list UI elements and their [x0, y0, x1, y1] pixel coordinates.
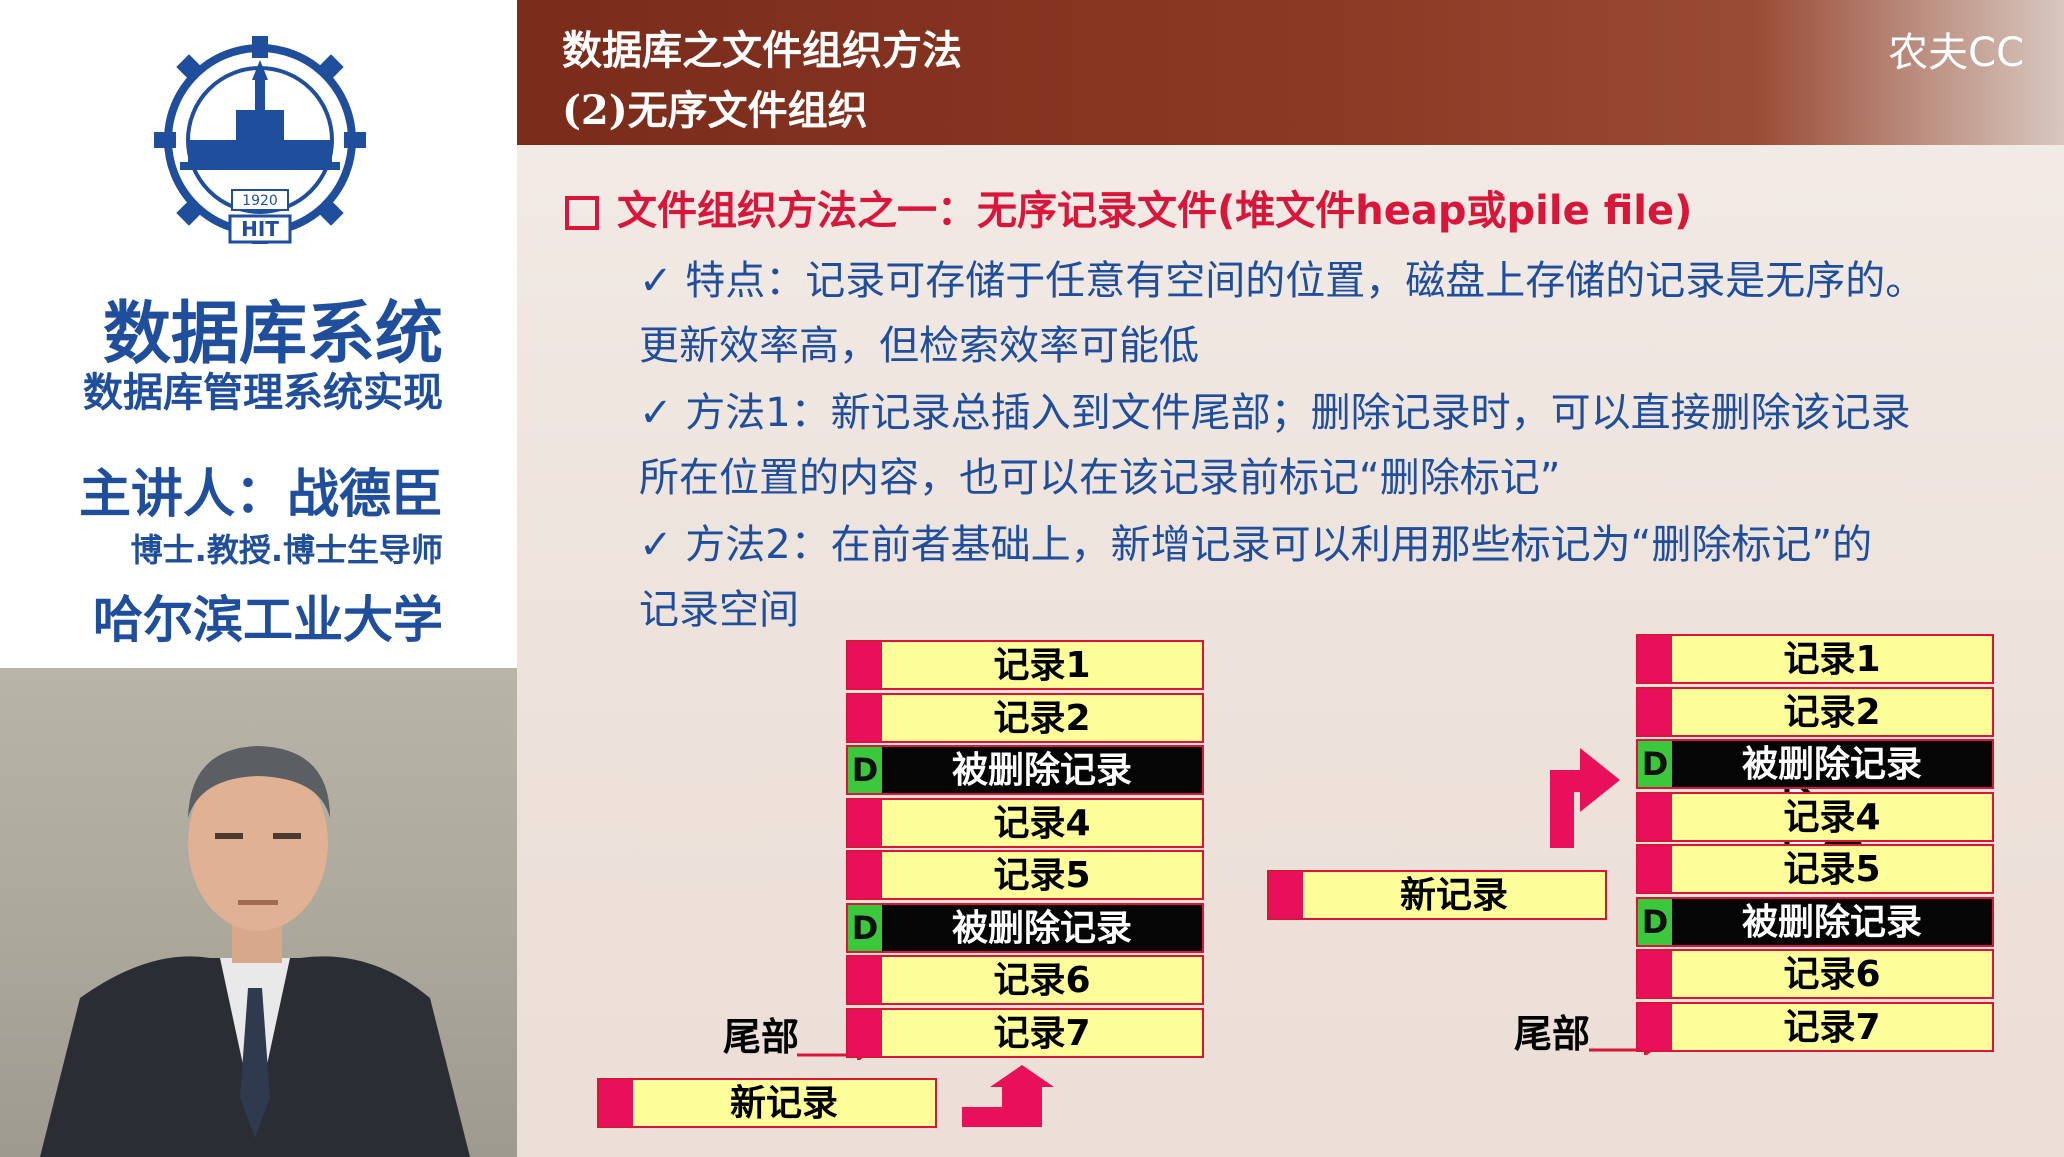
record-label: 被删除记录: [1672, 898, 1992, 945]
deleted-record-row: D 被删除记录: [1636, 896, 1994, 947]
record-label: 记录6: [1672, 951, 1992, 997]
lecturer-credentials: 博士.教授.博士生导师: [130, 531, 443, 569]
record-mark: [1638, 846, 1672, 892]
bullet-2-line1: ✓ 方法1：新记录总插入到文件尾部；删除记录时，可以直接删除该记录: [639, 390, 1911, 436]
delete-flag-mark: D: [848, 904, 882, 951]
record-mark: [1638, 951, 1672, 997]
record-mark: [1638, 793, 1672, 840]
record-mark: [1638, 1003, 1672, 1050]
deleted-record-row: D 被删除记录: [846, 902, 1204, 953]
deleted-record-row: D 被删除记录: [846, 745, 1204, 795]
record-row: 记录2: [846, 692, 1204, 743]
record-row: 记录5: [846, 850, 1204, 900]
delete-flag-mark: D: [1638, 741, 1672, 787]
logo-name-text: HIT: [241, 217, 279, 241]
bullet-1-line1: ✓ 特点：记录可存储于任意有空间的位置，磁盘上存储的记录是无序的。: [639, 258, 1926, 304]
record-mark: [599, 1080, 633, 1126]
record-row: 记录4: [846, 797, 1204, 848]
record-label: 被删除记录: [882, 904, 1202, 951]
record-row: 记录1: [1636, 634, 1994, 684]
left-tail-label: 尾部: [723, 1015, 800, 1059]
record-mark: [1638, 636, 1672, 682]
hit-university-logo: 1920 HIT: [154, 36, 366, 244]
record-row: 记录6: [1636, 949, 1994, 999]
record-label: 记录5: [1672, 846, 1992, 892]
new-record-label: 新记录: [633, 1080, 935, 1126]
record-row: 记录7: [1636, 1001, 1994, 1052]
bullet-2-line2: 所在位置的内容，也可以在该记录前标记“删除标记”: [639, 455, 1561, 501]
lecture-slide: 数据库之文件组织方法 (2)无序文件组织 农夫CC 文件组织方法之一：无序记录文…: [517, 0, 2064, 1157]
new-record-label: 新记录: [1303, 872, 1605, 918]
record-mark: [848, 642, 882, 688]
delete-flag-mark: D: [848, 747, 882, 793]
record-label: 记录1: [882, 642, 1202, 688]
record-mark: [848, 799, 882, 846]
record-label: 记录4: [882, 799, 1202, 846]
bullet-3-line1: ✓ 方法2：在前者基础上，新增记录可以利用那些标记为“删除标记”的: [639, 522, 1873, 568]
record-label: 记录2: [1672, 688, 1992, 735]
delete-flag-mark: D: [1638, 898, 1672, 945]
record-label: 记录7: [1672, 1003, 1992, 1050]
right-insert-arrow-icon: [1550, 748, 1620, 848]
record-label: 被删除记录: [882, 747, 1202, 793]
record-label: 记录4: [1672, 793, 1992, 840]
record-label: 被删除记录: [1672, 741, 1992, 787]
lecturer-figure: [40, 746, 470, 1157]
bullet-3-line2: 记录空间: [639, 587, 799, 633]
course-sidebar: 1920 HIT 数据库系统 数据库管理系统实现 主讲人：战德臣 博士.教授.博…: [0, 0, 517, 668]
heading-text: 文件组织方法之一：无序记录文件(堆文件heap或pile file): [617, 188, 1693, 234]
checkbox-bullet-icon: [565, 196, 599, 230]
record-row: 记录1: [846, 640, 1204, 690]
record-label: 记录5: [882, 852, 1202, 898]
watermark: 农夫CC: [1888, 30, 2024, 76]
record-mark: [848, 1009, 882, 1056]
record-mark: [1269, 872, 1303, 918]
slide-heading: 文件组织方法之一：无序记录文件(堆文件heap或pile file): [565, 178, 1692, 236]
record-row: 记录6: [846, 955, 1204, 1005]
record-mark: [1638, 688, 1672, 735]
slide-subtitle: (2)无序文件组织: [562, 87, 868, 134]
left-new-record: 新记录: [597, 1078, 937, 1128]
right-tail-label: 尾部: [1514, 1012, 1591, 1056]
record-label: 记录1: [1672, 636, 1992, 682]
right-new-record: 新记录: [1267, 870, 1607, 920]
slide-title: 数据库之文件组织方法: [562, 27, 962, 74]
record-row: 记录5: [1636, 844, 1994, 894]
record-label: 记录2: [882, 694, 1202, 741]
record-mark: [848, 852, 882, 898]
record-row: 记录2: [1636, 686, 1994, 737]
course-subtitle: 数据库管理系统实现: [83, 370, 443, 416]
record-label: 记录7: [882, 1009, 1202, 1056]
logo-year-text: 1920: [242, 193, 278, 209]
record-row: 记录7: [846, 1007, 1204, 1058]
lecturer-video-feed: [0, 668, 517, 1157]
slide-banner: 数据库之文件组织方法 (2)无序文件组织 农夫CC: [517, 0, 2064, 145]
bullet-1-line2: 更新效率高，但检索效率可能低: [639, 323, 1199, 369]
record-mark: [848, 957, 882, 1003]
record-label: 记录6: [882, 957, 1202, 1003]
university-name: 哈尔滨工业大学: [93, 591, 443, 649]
left-insert-arrow-icon: [962, 1065, 1054, 1127]
record-mark: [848, 694, 882, 741]
deleted-record-row: D 被删除记录: [1636, 739, 1994, 789]
lecturer-name: 主讲人：战德臣: [78, 465, 443, 525]
record-row: 记录4: [1636, 791, 1994, 842]
